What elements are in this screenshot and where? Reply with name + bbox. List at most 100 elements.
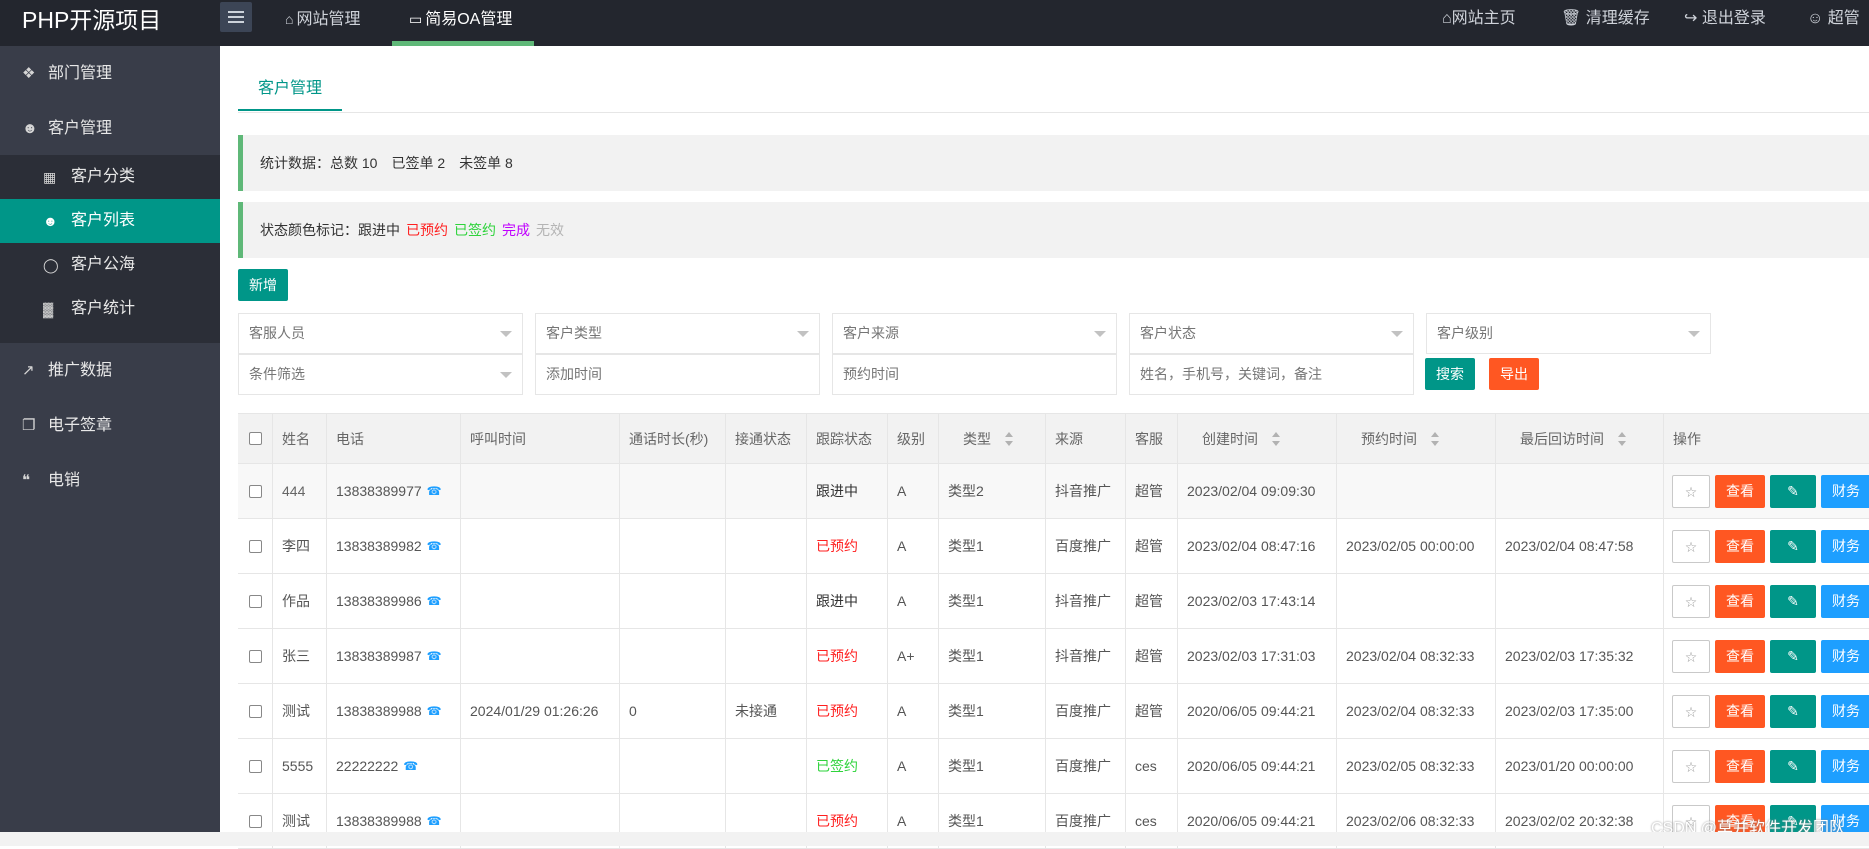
finance-button[interactable]: 财务: [1821, 530, 1869, 563]
finance-button[interactable]: 财务: [1821, 695, 1869, 728]
edit-pencil-icon[interactable]: ✎: [1770, 695, 1816, 728]
sort-icon[interactable]: [1618, 431, 1626, 446]
customer-source-select[interactable]: 客户来源: [832, 313, 1117, 354]
phone-call-icon[interactable]: ☎: [427, 704, 442, 718]
star-icon[interactable]: ☆: [1672, 640, 1710, 673]
cell-phone: 22222222 ☎: [326, 739, 460, 793]
phone-call-icon[interactable]: ☎: [427, 594, 442, 608]
finance-button[interactable]: 财务: [1821, 750, 1869, 783]
service-staff-select[interactable]: 客服人员: [238, 313, 523, 354]
search-button[interactable]: 搜索: [1425, 358, 1475, 390]
cell-created: 2023/02/04 09:09:30: [1177, 464, 1336, 518]
header-label: 级别: [897, 430, 925, 447]
row-checkbox[interactable]: [248, 539, 262, 553]
add-button[interactable]: 新增: [238, 269, 288, 301]
view-button[interactable]: 查看: [1715, 530, 1765, 563]
edit-pencil-icon[interactable]: ✎: [1770, 530, 1816, 563]
row-checkbox[interactable]: [248, 759, 262, 773]
phone-call-icon[interactable]: ☎: [427, 484, 442, 498]
add-time-input[interactable]: 添加时间: [535, 354, 820, 395]
customer-level-select[interactable]: 客户级别: [1426, 313, 1711, 354]
view-button[interactable]: 查看: [1715, 640, 1765, 673]
phone-call-icon[interactable]: ☎: [403, 759, 418, 773]
sidebar-item-customer-stats[interactable]: ▓ 客户统计: [0, 287, 220, 331]
cell-level: A+: [887, 629, 938, 683]
legend-following: 跟进中: [358, 222, 400, 238]
cell-chk: [238, 574, 272, 628]
select-all-checkbox[interactable]: [248, 432, 262, 445]
phone-call-icon[interactable]: ☎: [427, 539, 442, 553]
export-button[interactable]: 导出: [1489, 358, 1539, 390]
star-icon[interactable]: ☆: [1672, 530, 1710, 563]
edit-pencil-icon[interactable]: ✎: [1770, 640, 1816, 673]
star-icon[interactable]: ☆: [1672, 475, 1710, 508]
nav-oa-management[interactable]: ▭ 简易OA管理: [392, 0, 534, 46]
sidebar-item-telesales[interactable]: ❝ 电销: [0, 453, 220, 508]
appointment-time-input[interactable]: 预约时间: [832, 354, 1117, 395]
condition-filter-select[interactable]: 条件筛选: [238, 354, 523, 395]
tab-customer-management[interactable]: 客户管理: [238, 68, 342, 111]
row-checkbox[interactable]: [248, 594, 262, 608]
users-icon: ☻: [43, 213, 58, 229]
header-cell-last-visit: 最后回访时间: [1495, 414, 1663, 463]
sidebar-item-department[interactable]: ❖ 部门管理: [0, 46, 220, 101]
cell-last-visit: [1495, 574, 1663, 628]
sidebar-item-customer-list[interactable]: ☻ 客户列表: [0, 199, 220, 243]
nav-website-management[interactable]: ⌂ 网站管理: [268, 0, 377, 46]
edit-pencil-icon[interactable]: ✎: [1770, 750, 1816, 783]
nav-site-home[interactable]: ⌂网站主页: [1442, 0, 1516, 38]
edit-pencil-icon[interactable]: ✎: [1770, 475, 1816, 508]
view-button[interactable]: 查看: [1715, 585, 1765, 618]
sidebar-submenu: ▦ 客户分类 ☻ 客户列表 ◯ 客户公海 ▓ 客户统计: [0, 155, 220, 343]
view-button[interactable]: 查看: [1715, 695, 1765, 728]
nav-logout[interactable]: ↪ 退出登录: [1684, 0, 1766, 38]
nav-clear-cache[interactable]: 🗑 清理缓存: [1561, 0, 1650, 38]
copy-icon: ❐: [22, 417, 36, 434]
cell-value: 22222222: [336, 758, 399, 774]
cell-value: A: [897, 538, 907, 554]
header-label: 姓名: [282, 430, 310, 447]
row-checkbox[interactable]: [248, 814, 262, 828]
sort-icon[interactable]: [1272, 431, 1280, 446]
cell-value: ces: [1135, 758, 1157, 774]
cell-staff: 超管: [1125, 684, 1177, 738]
sidebar-item-e-signature[interactable]: ❐ 电子签章: [0, 398, 220, 453]
cell-name: 5555: [272, 739, 326, 793]
edit-pencil-icon[interactable]: ✎: [1770, 585, 1816, 618]
customer-status-select[interactable]: 客户状态: [1129, 313, 1414, 354]
phone-call-icon[interactable]: ☎: [427, 649, 442, 663]
row-checkbox[interactable]: [248, 649, 262, 663]
finance-button[interactable]: 财务: [1821, 640, 1869, 673]
customer-type-select[interactable]: 客户类型: [535, 313, 820, 354]
header-cell-status: 跟踪状态: [806, 414, 887, 463]
nav-user[interactable]: ☺ 超管: [1807, 0, 1860, 38]
row-checkbox[interactable]: [248, 704, 262, 718]
star-icon[interactable]: ☆: [1672, 585, 1710, 618]
header-label: 创建时间: [1202, 430, 1258, 447]
header-cell-call-time: 呼叫时间: [460, 414, 619, 463]
sidebar-item-customer-pool[interactable]: ◯ 客户公海: [0, 243, 220, 287]
view-button[interactable]: 查看: [1715, 475, 1765, 508]
cell-phone: 13838389988 ☎: [326, 684, 460, 738]
cell-value: 测试: [282, 813, 310, 829]
cell-ops: ☆ 查看 ✎ 财务: [1663, 684, 1869, 738]
sidebar-item-customer[interactable]: ☻ 客户管理: [0, 101, 220, 156]
sidebar-item-promotion[interactable]: ↗ 推广数据: [0, 343, 220, 398]
menu-toggle-button[interactable]: [220, 2, 252, 32]
cell-value: 超管: [1135, 483, 1163, 499]
table-row: 测试 13838389988 ☎ 2024/01/29 01:26:26 0 未接通 已预约…: [238, 684, 1869, 739]
phone-call-icon[interactable]: ☎: [427, 814, 442, 828]
keyword-search-input[interactable]: 姓名，手机号，关键词，备注: [1129, 354, 1414, 395]
row-checkbox[interactable]: [248, 484, 262, 498]
sort-icon[interactable]: [1005, 431, 1013, 446]
finance-button[interactable]: 财务: [1821, 585, 1869, 618]
view-button[interactable]: 查看: [1715, 750, 1765, 783]
finance-button[interactable]: 财务: [1821, 475, 1869, 508]
star-icon[interactable]: ☆: [1672, 695, 1710, 728]
cell-value: 已预约: [816, 703, 858, 719]
cell-appointment: [1336, 574, 1495, 628]
sidebar-item-customer-category[interactable]: ▦ 客户分类: [0, 155, 220, 199]
cell-connect: [725, 574, 806, 628]
sort-icon[interactable]: [1431, 431, 1439, 446]
star-icon[interactable]: ☆: [1672, 750, 1710, 783]
